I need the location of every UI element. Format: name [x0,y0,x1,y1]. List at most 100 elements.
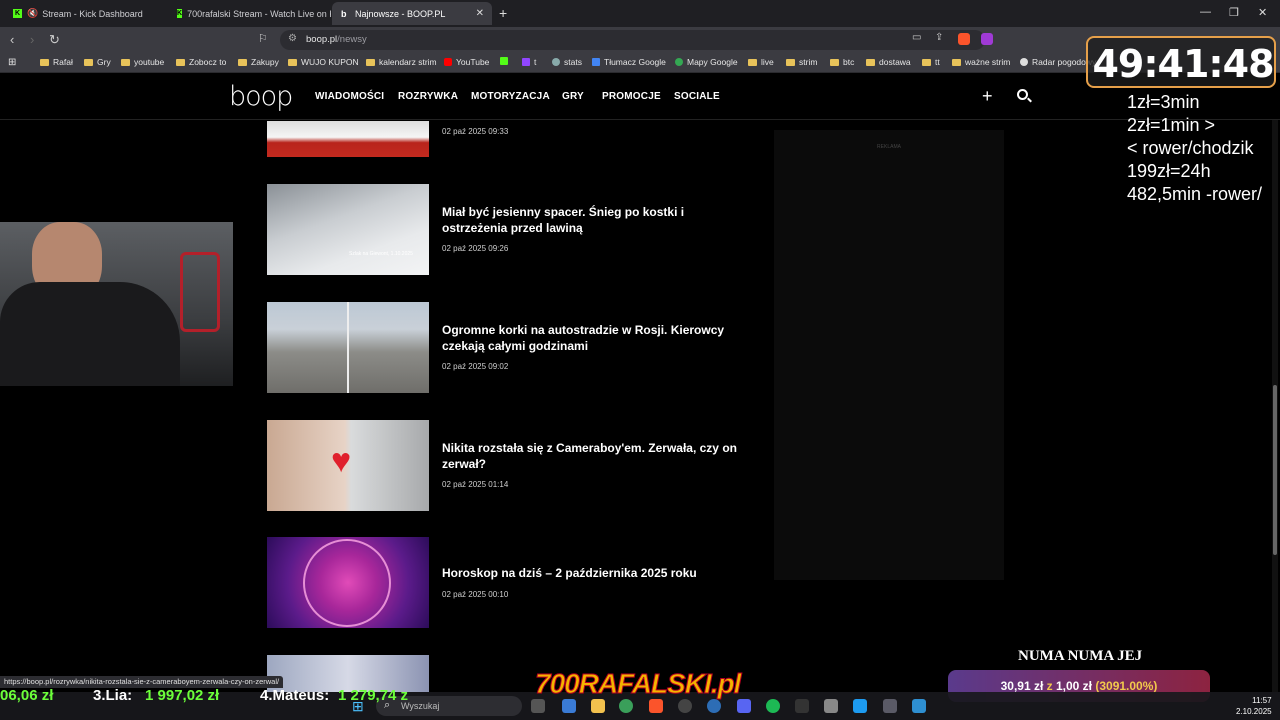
streamer-brand-logo: 700RAFALSKI.pl [534,668,741,700]
bookmark-wazne-strim[interactable]: ważne strim [952,57,1010,67]
subathon-timer: 49:41:48 [1086,36,1276,88]
bookmark-youtube-folder[interactable]: youtube [121,57,164,67]
reload-button[interactable]: ↻ [49,32,60,48]
folder-icon [238,58,247,66]
bookmark-strim[interactable]: strim [786,57,817,67]
app-icon[interactable] [707,699,721,713]
bookmark-twitch[interactable]: t [522,57,536,67]
menu-sociale[interactable]: SOCIALE [674,91,720,102]
rewards-icon[interactable] [981,33,993,45]
bookmark-kalendarz-strim[interactable]: kalendarz strim [366,57,437,67]
menu-gry[interactable]: GRY [562,91,584,102]
system-clock[interactable]: 11:57 2.10.2025 [1236,695,1272,717]
boop-icon: b [341,9,347,19]
folder-icon [84,58,93,66]
bookmark-live[interactable]: live [748,57,774,67]
article-thumbnail[interactable] [267,537,429,628]
back-button[interactable]: ‹ [10,32,14,47]
plus-icon[interactable]: + [982,86,993,107]
app-icon[interactable] [883,699,897,713]
app-icon[interactable] [562,699,576,713]
bookmark-radar-pogodowy[interactable]: Radar pogodowy [1020,57,1096,67]
scrollbar-thumb[interactable] [1273,385,1277,555]
bookmark-page-icon[interactable]: ⚐ [258,32,268,45]
bookmark-label: dostawa [879,57,911,67]
tab-boop-najnowsze[interactable]: b Najnowsze - BOOP.PL ✕ [332,2,492,25]
donation-goal: 1,00 zł [1055,679,1093,693]
donation-separator: z [1046,679,1053,693]
article-thumbnail[interactable] [267,121,429,157]
radar-icon [1020,58,1028,66]
bookmark-dostawa[interactable]: dostawa [866,57,911,67]
brave-shield-icon[interactable] [958,33,970,45]
tab-kick-dashboard[interactable]: K 🔇 Stream - Kick Dashboard [4,2,167,25]
muted-icon: 🔇 [27,8,39,18]
new-tab-button[interactable]: + [499,5,507,21]
menu-promocje[interactable]: PROMOCJE [602,91,661,102]
article-title[interactable]: Ogromne korki na autostradzie w Rosji. K… [442,323,752,354]
cast-icon[interactable]: ▭ [912,32,921,43]
bookmark-tt[interactable]: tt [922,57,940,67]
close-tab-icon[interactable]: ✕ [476,8,484,19]
task-view-icon[interactable] [531,699,545,713]
folder-icon [748,58,757,66]
bookmark-zobocz-to[interactable]: Zobocz to [176,57,226,67]
share-icon[interactable]: ⇪ [935,32,943,43]
search-icon[interactable] [1017,89,1028,100]
kick-icon [500,57,508,65]
bookmark-label: t [534,57,537,67]
bookmark-tlumacz-google[interactable]: Tłumacz Google [592,57,666,67]
apps-grid-icon[interactable]: ⊞ [8,57,16,68]
spotify-icon[interactable] [766,699,780,713]
leaderboard-entry: 06,06 zł [0,687,54,704]
minimize-button[interactable]: — [1200,6,1211,18]
bookmark-label: Mapy Google [687,57,738,67]
folder-icon [176,58,185,66]
bookmark-zakupy[interactable]: Zakupy [238,57,279,67]
file-explorer-icon[interactable] [591,699,605,713]
calculator-icon[interactable] [824,699,838,713]
menu-wiadomosci[interactable]: WIADOMOŚCI [315,91,384,102]
bookmark-mapy-google[interactable]: Mapy Google [675,57,738,67]
forward-button[interactable]: › [30,32,34,47]
brave-icon[interactable] [649,699,663,713]
bookmark-kick[interactable] [500,57,512,65]
menu-rozrywka[interactable]: ROZRYWKA [398,91,458,102]
bookmark-btc[interactable]: btc [830,57,854,67]
ad-label: REKLAMA [877,144,901,150]
tab-700rafalski-stream[interactable]: K 700rafalski Stream - Watch Live on K [168,2,331,25]
now-playing-song: NUMA NUMA JEJ [1018,648,1143,664]
bookmark-label: ważne strim [965,57,1011,67]
bike-frame [180,252,220,332]
site-logo[interactable]: boop [229,81,293,112]
site-info-icon[interactable]: ⚙ [288,33,297,44]
obs-icon[interactable] [678,699,692,713]
article-title[interactable]: Nikita rozstała się z Cameraboy'em. Zerw… [442,441,752,472]
bookmark-wujo-kupon[interactable]: WUJO KUPON [288,57,359,67]
app-icon[interactable] [912,699,926,713]
article-thumbnail[interactable]: Szlak na Giewont, 1.10.2025 [267,184,429,275]
discord-icon[interactable] [737,699,751,713]
zodiac-wheel-icon [303,539,391,627]
menu-motoryzacja[interactable]: MOTORYZACJA [471,91,550,102]
bookmark-label: btc [843,57,855,67]
article-thumbnail[interactable] [267,302,429,393]
folder-icon [366,58,375,66]
article-thumbnail[interactable]: ♥ [267,420,429,511]
bookmark-rafal[interactable]: Rafał [40,57,73,67]
chrome-icon[interactable] [619,699,633,713]
article-title[interactable]: Miał być jesienny spacer. Śnieg po kostk… [442,205,752,236]
app-icon[interactable] [795,699,809,713]
donation-percent: (3091.00%) [1095,679,1158,693]
x-icon[interactable] [853,699,867,713]
close-window-button[interactable]: ✕ [1258,6,1267,19]
url-field[interactable]: ⚙ boop.pl/newsy [280,30,985,50]
thumbnail-divider [347,302,349,393]
bookmark-stats[interactable]: stats [552,57,582,67]
bookmark-youtube[interactable]: YouTube [444,57,489,67]
page-scrollbar[interactable] [1272,120,1278,692]
restore-button[interactable]: ❐ [1229,6,1239,19]
article-title[interactable]: Horoskop na dziś – 2 października 2025 r… [442,566,752,582]
tab-label: 700rafalski Stream - Watch Live on K [187,8,331,19]
bookmark-gry[interactable]: Gry [84,57,111,67]
